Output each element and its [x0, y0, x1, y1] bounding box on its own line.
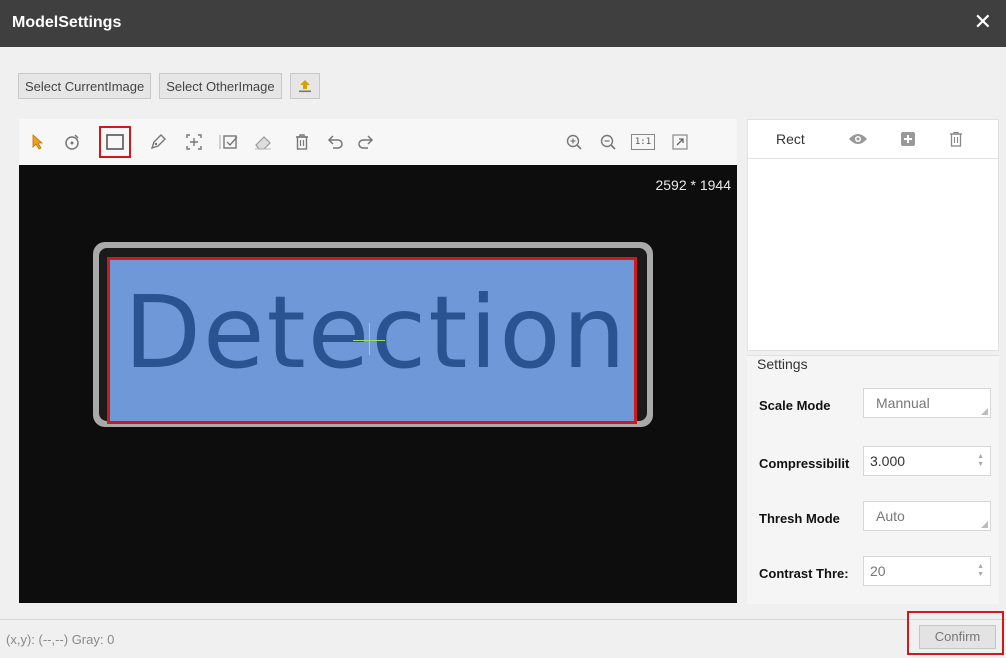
scale-mode-select[interactable]: Mannual — [863, 388, 991, 418]
image-canvas[interactable]: 2592 * 1944 Detection — [19, 165, 737, 603]
add-icon[interactable] — [898, 129, 918, 149]
pointer-icon[interactable] — [27, 131, 49, 153]
compressibility-value: 3.000 — [870, 453, 906, 469]
select-current-image-button[interactable]: Select CurrentImage — [18, 73, 152, 99]
contrast-thresh-value: 20 — [870, 563, 886, 579]
upload-icon — [298, 80, 311, 93]
crosshair-icon[interactable] — [183, 131, 205, 153]
spinner-icon[interactable]: ▲ ▼ — [977, 453, 984, 469]
select-other-image-button[interactable]: Select OtherImage — [159, 73, 282, 99]
roi-rectangle[interactable]: Detection — [107, 257, 637, 424]
canvas-toolbar: 1:1 — [19, 119, 737, 165]
status-bar: (x,y): (--,--) Gray: 0 — [0, 619, 1006, 658]
image-dimensions: 2592 * 1944 — [655, 177, 731, 193]
pen-icon[interactable] — [147, 131, 169, 153]
upload-button[interactable] — [289, 73, 320, 99]
eraser-icon[interactable] — [252, 131, 274, 153]
main-area: Select CurrentImage Select OtherImage 1:… — [0, 47, 1006, 619]
contrast-thresh-input[interactable]: 20 ▲ ▼ — [863, 556, 991, 586]
thresh-mode-value: Auto — [876, 508, 905, 524]
ellipse-icon[interactable] — [61, 131, 83, 153]
thresh-mode-label: Thresh Mode — [759, 511, 840, 526]
compressibility-input[interactable]: 3.000 ▲ ▼ — [863, 446, 991, 476]
fit-icon[interactable] — [669, 131, 691, 153]
contrast-thresh-label: Contrast Thre: — [759, 566, 849, 581]
resize-grip-icon — [981, 408, 988, 415]
settings-title: Settings — [757, 356, 808, 372]
zoom-out-icon[interactable] — [597, 131, 619, 153]
roi-text: Detection — [124, 274, 628, 391]
image-source-buttons: Select CurrentImage Select OtherImage — [18, 73, 320, 99]
rect-label: Rect — [776, 131, 805, 147]
checkbox-icon[interactable] — [218, 131, 240, 153]
undo-icon[interactable] — [324, 131, 346, 153]
spinner-icon[interactable]: ▲ ▼ — [977, 563, 984, 579]
eye-icon[interactable] — [848, 129, 868, 149]
delete-icon[interactable] — [946, 129, 966, 149]
compressibility-label: Compressibilit — [759, 456, 850, 471]
title-bar: ModelSettings ✕ — [0, 0, 1006, 47]
rect-list-panel: Rect — [747, 119, 999, 351]
scale-mode-label: Scale Mode — [759, 398, 831, 413]
settings-panel: Settings Scale Mode Mannual Compressibil… — [747, 355, 999, 604]
close-icon[interactable]: ✕ — [974, 10, 992, 34]
rectangle-icon[interactable] — [99, 126, 131, 158]
actual-size-label: 1:1 — [630, 134, 656, 150]
scale-mode-value: Mannual — [876, 395, 930, 411]
thresh-mode-select[interactable]: Auto — [863, 501, 991, 531]
actual-size-icon[interactable]: 1:1 — [630, 131, 656, 153]
resize-grip-icon — [981, 521, 988, 528]
trash-icon[interactable] — [291, 131, 313, 153]
window-title: ModelSettings — [12, 14, 122, 31]
redo-icon[interactable] — [355, 131, 377, 153]
cursor-status: (x,y): (--,--) Gray: 0 — [6, 632, 115, 647]
roi-center-crosshair-vertical — [369, 323, 370, 355]
confirm-button[interactable]: Confirm — [919, 625, 996, 649]
rect-panel-header: Rect — [748, 120, 998, 159]
zoom-in-icon[interactable] — [563, 131, 585, 153]
